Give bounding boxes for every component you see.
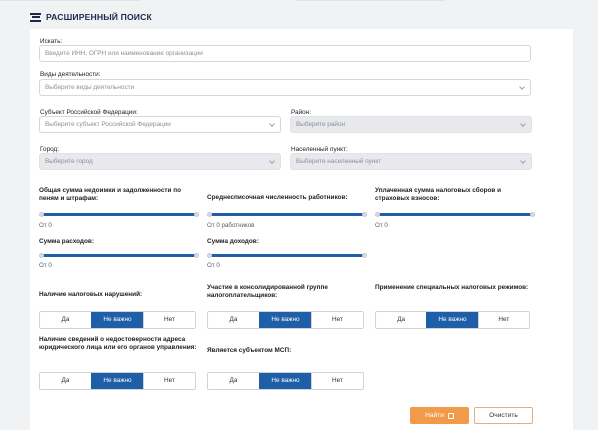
option-no[interactable]: Нет <box>143 373 195 389</box>
slider-max-handle[interactable] <box>362 212 367 217</box>
option-any[interactable]: Не важно <box>259 312 311 328</box>
chevron-down-icon <box>269 158 275 164</box>
arrears-label: Общая сумма недоимки и задолженности по … <box>39 187 182 202</box>
option-any[interactable]: Не важно <box>91 373 143 389</box>
city-select[interactable]: Выберите город <box>39 153 281 170</box>
arrears-value: От 0 <box>39 222 52 229</box>
chevron-down-icon <box>520 121 526 127</box>
slider-min-handle[interactable] <box>375 212 380 217</box>
locality-select[interactable]: Выберите населенный пункт <box>290 153 532 170</box>
clear-button[interactable]: Очистить <box>474 407 533 424</box>
employees-slider[interactable] <box>207 209 367 221</box>
option-yes[interactable]: Да <box>40 373 91 389</box>
locality-placeholder: Выберите населенный пункт <box>296 158 382 165</box>
employees-label: Среднесписочная численность работников: <box>207 194 348 201</box>
expenses-label: Сумма расходов: <box>39 238 94 245</box>
taxes-paid-slider[interactable] <box>375 209 535 221</box>
find-button-label: Найти <box>425 412 444 419</box>
employees-value: От 0 работников <box>207 222 255 229</box>
slider-min-handle[interactable] <box>39 212 44 217</box>
slider-track <box>211 213 363 216</box>
option-no[interactable]: Нет <box>311 373 363 389</box>
slider-track <box>211 254 363 257</box>
option-no[interactable]: Нет <box>477 312 529 328</box>
income-slider[interactable] <box>207 250 367 262</box>
subject-select[interactable]: Выберите субъект Российской Федерации <box>39 116 281 133</box>
slider-max-handle[interactable] <box>530 212 535 217</box>
option-yes[interactable]: Да <box>208 373 259 389</box>
activity-label: Виды деятельности: <box>40 71 101 78</box>
arrears-slider[interactable] <box>39 209 199 221</box>
district-select[interactable]: Выберите район <box>290 116 532 133</box>
taxes-paid-value: От 0 <box>375 222 388 229</box>
slider-max-handle[interactable] <box>194 212 199 217</box>
consolidated-label: Участие в консолидированной группе налог… <box>207 284 328 299</box>
slider-track <box>43 254 195 257</box>
chevron-down-icon <box>519 84 525 90</box>
option-yes[interactable]: Да <box>376 312 426 328</box>
chevron-down-icon <box>520 158 526 164</box>
search-input[interactable] <box>39 45 531 62</box>
advanced-search-panel: Искать: Виды деятельности: Выберите виды… <box>30 29 573 430</box>
taxes-paid-label: Уплаченная сумма налоговых сборов и стра… <box>375 187 502 202</box>
slider-min-handle[interactable] <box>207 253 212 258</box>
unreliable-label: Наличие сведений о недостоверности адрес… <box>39 336 197 351</box>
option-no[interactable]: Нет <box>311 312 363 328</box>
slider-track <box>43 213 195 216</box>
subject-placeholder: Выберите субъект Российской Федерации <box>45 121 171 128</box>
expenses-slider[interactable] <box>39 250 199 262</box>
special-tax-toggle[interactable]: Да Не важно Нет <box>375 311 530 329</box>
violations-toggle[interactable]: Да Не важно Нет <box>39 311 196 329</box>
special-tax-label: Применение специальных налоговых режимов… <box>375 284 529 291</box>
option-any[interactable]: Не важно <box>259 373 311 389</box>
top-divider <box>0 0 598 2</box>
chevron-down-icon <box>269 121 275 127</box>
slider-track <box>379 213 531 216</box>
page-title: РАСШИРЕННЫЙ ПОИСК <box>46 12 152 22</box>
find-button[interactable]: Найти <box>410 407 469 424</box>
expenses-value: От 0 <box>39 262 52 269</box>
violations-label: Наличие налоговых нарушений: <box>39 291 143 298</box>
slider-max-handle[interactable] <box>362 253 367 258</box>
unreliable-toggle[interactable]: Да Не важно Нет <box>39 372 196 390</box>
clear-button-label: Очистить <box>489 412 518 419</box>
city-placeholder: Выберите город <box>45 158 93 165</box>
district-placeholder: Выберите район <box>296 121 346 128</box>
msp-toggle[interactable]: Да Не важно Нет <box>207 372 364 390</box>
income-label: Сумма доходов: <box>207 238 259 245</box>
option-yes[interactable]: Да <box>208 312 259 328</box>
slider-min-handle[interactable] <box>207 212 212 217</box>
filter-lines-icon <box>30 12 41 22</box>
slider-min-handle[interactable] <box>39 253 44 258</box>
consolidated-toggle[interactable]: Да Не важно Нет <box>207 311 364 329</box>
activity-select[interactable]: Выберите виды деятельности <box>39 79 531 96</box>
option-yes[interactable]: Да <box>40 312 91 328</box>
option-any[interactable]: Не важно <box>426 312 478 328</box>
slider-max-handle[interactable] <box>194 253 199 258</box>
option-any[interactable]: Не важно <box>91 312 143 328</box>
income-value: От 0 <box>207 262 220 269</box>
search-filter-icon <box>447 412 454 419</box>
option-no[interactable]: Нет <box>143 312 195 328</box>
msp-label: Является субъектом МСП: <box>207 347 292 354</box>
section-header: РАСШИРЕННЫЙ ПОИСК <box>30 9 152 25</box>
activity-placeholder: Выберите виды деятельности <box>45 84 135 91</box>
